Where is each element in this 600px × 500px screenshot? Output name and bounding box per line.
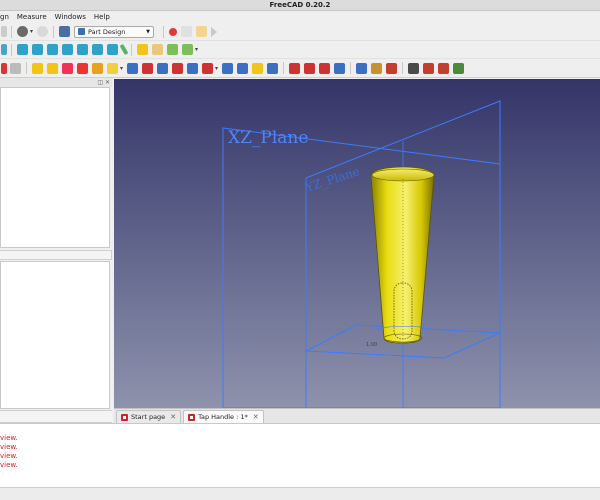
dimension-label: 1.00 bbox=[366, 342, 377, 348]
report-line: view. bbox=[0, 461, 18, 469]
refresh-icon[interactable] bbox=[17, 26, 28, 37]
shapebinder-icon[interactable] bbox=[107, 62, 118, 74]
menu-windows[interactable]: Windows bbox=[51, 11, 90, 23]
run-macro-icon[interactable] bbox=[211, 26, 218, 37]
window-title: FreeCAD 0.20.2 bbox=[269, 1, 331, 9]
thickness-icon[interactable] bbox=[371, 62, 383, 74]
fillet-icon[interactable] bbox=[319, 62, 331, 74]
workbench-selector[interactable]: Part Design ▼ bbox=[74, 25, 155, 38]
document-tab-bar: Start page ✕ Tap Handle : 1* ✕ bbox=[114, 408, 600, 423]
report-view[interactable]: view. view. view. view. bbox=[0, 423, 600, 487]
3d-scene: XZ_Plane YZ_Plane 1.00 bbox=[222, 100, 501, 408]
mirrored-icon[interactable] bbox=[408, 62, 420, 74]
clone-icon[interactable] bbox=[127, 62, 139, 74]
menu-help[interactable]: Help bbox=[90, 11, 114, 23]
tab-start-page[interactable]: Start page ✕ bbox=[116, 410, 182, 423]
combo-view-tabs[interactable] bbox=[0, 410, 112, 423]
property-view-panel bbox=[0, 250, 112, 410]
view-left-icon[interactable] bbox=[107, 44, 118, 55]
view-bottom-icon[interactable] bbox=[92, 44, 103, 55]
tab-label: Start page bbox=[131, 413, 166, 421]
revolution-icon[interactable] bbox=[157, 62, 169, 74]
hole-icon[interactable] bbox=[237, 62, 249, 74]
workbench-icon[interactable] bbox=[59, 26, 71, 37]
pipe-icon[interactable] bbox=[187, 62, 199, 74]
workbench-selector-value: Part Design bbox=[88, 27, 126, 36]
draft-icon[interactable] bbox=[356, 62, 368, 74]
report-line: view. bbox=[0, 443, 18, 451]
partdesign-icon bbox=[78, 28, 86, 35]
subtractive-helix-icon[interactable] bbox=[304, 62, 316, 74]
xz-plane-label: XZ_Plane bbox=[228, 128, 308, 148]
pad-icon[interactable] bbox=[142, 62, 154, 74]
measure-icon[interactable] bbox=[119, 43, 129, 56]
toolbar-row-2: ▾ bbox=[0, 41, 600, 59]
plane-icon[interactable] bbox=[77, 62, 88, 74]
xz-plane-outline bbox=[222, 127, 501, 408]
multitransform-icon[interactable] bbox=[453, 62, 465, 74]
view-front-icon[interactable] bbox=[32, 44, 43, 55]
sketch-icon[interactable] bbox=[1, 62, 7, 74]
status-bar bbox=[0, 487, 600, 500]
boolean-icon[interactable] bbox=[386, 62, 398, 74]
create-body-icon[interactable] bbox=[137, 44, 148, 55]
loft-icon[interactable] bbox=[172, 62, 184, 74]
close-icon[interactable]: ✕ bbox=[253, 413, 259, 421]
close-icon[interactable]: ✕ bbox=[170, 413, 176, 421]
subtractive-loft-icon[interactable] bbox=[267, 62, 279, 74]
view-isometric-icon[interactable] bbox=[17, 44, 28, 55]
map-sketch-icon[interactable] bbox=[32, 62, 43, 74]
groove-icon[interactable] bbox=[252, 62, 264, 74]
view-fit-icon[interactable] bbox=[1, 44, 7, 55]
menu-measure[interactable]: Measure bbox=[13, 11, 51, 23]
point-icon[interactable] bbox=[47, 62, 58, 74]
view-top-icon[interactable] bbox=[47, 44, 58, 55]
record-macro-icon[interactable] bbox=[169, 27, 178, 36]
tab-tap-handle[interactable]: Tap Handle : 1* ✕ bbox=[183, 410, 264, 423]
tab-label: Tap Handle : 1* bbox=[198, 413, 248, 421]
report-line: view. bbox=[0, 452, 18, 460]
line-icon[interactable] bbox=[62, 62, 73, 74]
menu-design[interactable]: gn bbox=[0, 11, 13, 23]
stop-macro-icon[interactable] bbox=[181, 26, 193, 37]
undo-icon[interactable] bbox=[37, 26, 49, 37]
dropdown-arrow-icon[interactable] bbox=[1, 26, 7, 37]
link-icon[interactable] bbox=[167, 44, 178, 55]
view-rear-icon[interactable] bbox=[77, 44, 88, 55]
pocket-icon[interactable] bbox=[222, 62, 234, 74]
link-actions-icon[interactable] bbox=[182, 44, 193, 55]
report-line: view. bbox=[0, 434, 18, 442]
window-title-bar: FreeCAD 0.20.2 bbox=[0, 0, 600, 11]
tap-handle-body bbox=[370, 166, 435, 344]
property-header bbox=[0, 250, 112, 260]
toolbar-row-3: ▾ ▾ bbox=[0, 59, 600, 78]
freecad-icon bbox=[121, 413, 128, 421]
property-editor[interactable] bbox=[0, 261, 110, 409]
validate-sketch-icon[interactable] bbox=[10, 62, 21, 74]
chevron-down-icon: ▼ bbox=[146, 28, 151, 35]
combo-view-header: ◫ ✕ bbox=[0, 78, 112, 87]
linear-pattern-icon[interactable] bbox=[423, 62, 435, 74]
3d-viewport[interactable]: XZ_Plane YZ_Plane 1.00 bbox=[114, 79, 600, 408]
toolbar-row-1: ▾ Part Design ▼ bbox=[0, 23, 600, 41]
yz-plane-label: YZ_Plane bbox=[303, 164, 362, 195]
menu-bar: gn Measure Windows Help bbox=[0, 11, 600, 23]
freecad-icon bbox=[188, 413, 196, 421]
chamfer-icon[interactable] bbox=[334, 62, 346, 74]
edit-macro-icon[interactable] bbox=[196, 26, 208, 37]
panel-float-close-icon[interactable]: ◫ ✕ bbox=[97, 78, 110, 87]
helix-icon[interactable] bbox=[202, 62, 214, 74]
combo-view-panel: ◫ ✕ bbox=[0, 78, 112, 250]
model-tree[interactable] bbox=[0, 87, 110, 248]
view-right-icon[interactable] bbox=[62, 44, 73, 55]
create-part-icon[interactable] bbox=[152, 44, 163, 55]
lcs-icon[interactable] bbox=[92, 62, 103, 74]
polar-pattern-icon[interactable] bbox=[438, 62, 450, 74]
subtractive-pipe-icon[interactable] bbox=[289, 62, 301, 74]
